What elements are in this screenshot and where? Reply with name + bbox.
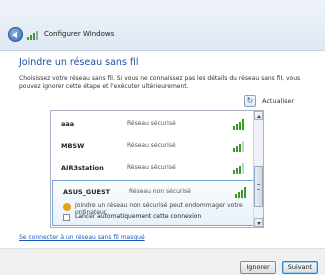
network-list[interactable]: aaa Réseau sécurisé MBSW Réseau sécurisé…	[50, 110, 264, 228]
auto-connect-label[interactable]: Lancer automatiquement cette connexion	[75, 213, 201, 220]
hidden-network-link[interactable]: Se connecter à un réseau sans fil masqué	[19, 234, 145, 241]
page-title: Joindre un réseau sans fil	[19, 57, 139, 68]
ignore-button[interactable]: Ignorer	[240, 261, 276, 274]
network-status: Réseau sécurisé	[127, 120, 176, 127]
wifi-signal-icon	[233, 119, 244, 130]
refresh-label[interactable]: Actualiser	[262, 97, 294, 105]
network-item[interactable]: ASUS_GUEST Réseau non sécurisé	[53, 181, 257, 201]
wifi-icon	[27, 31, 38, 40]
network-name: aaa	[61, 120, 75, 128]
network-item[interactable]: MBSW Réseau sécurisé	[51, 135, 255, 157]
next-button[interactable]: Suivant	[282, 261, 318, 274]
wifi-signal-icon	[233, 163, 244, 174]
window-title: Configurer Windows	[44, 30, 115, 38]
page-description: Choisissez votre réseau sans fil. Si vou…	[19, 75, 301, 90]
warning-shield-icon	[63, 203, 71, 211]
network-status: Réseau non sécurisé	[129, 188, 191, 195]
network-item[interactable]: AIR3station Réseau sécurisé	[51, 157, 255, 179]
network-item[interactable]: aaa Réseau sécurisé	[51, 113, 255, 135]
window-titlebar: Configurer Windows	[0, 0, 325, 51]
selected-network-item[interactable]: ASUS_GUEST Réseau non sécurisé Joindre u…	[52, 180, 256, 226]
scrollbar-thumb[interactable]	[254, 166, 263, 207]
network-list-scrollbar[interactable]	[253, 111, 263, 227]
wifi-signal-icon	[235, 187, 246, 198]
scroll-down-icon[interactable]	[254, 218, 263, 227]
network-name: MBSW	[61, 142, 85, 150]
back-arrow-icon[interactable]	[8, 27, 23, 42]
network-status: Réseau sécurisé	[127, 164, 176, 171]
wifi-signal-icon	[233, 141, 244, 152]
network-name: AIR3station	[61, 164, 104, 172]
scroll-up-icon[interactable]	[254, 111, 263, 120]
auto-connect-checkbox[interactable]	[63, 214, 70, 221]
network-name: ASUS_GUEST	[63, 188, 111, 196]
network-status: Réseau sécurisé	[127, 142, 176, 149]
dialog-footer: Ignorer Suivant	[0, 248, 325, 275]
refresh-icon[interactable]: ↻	[244, 95, 256, 107]
